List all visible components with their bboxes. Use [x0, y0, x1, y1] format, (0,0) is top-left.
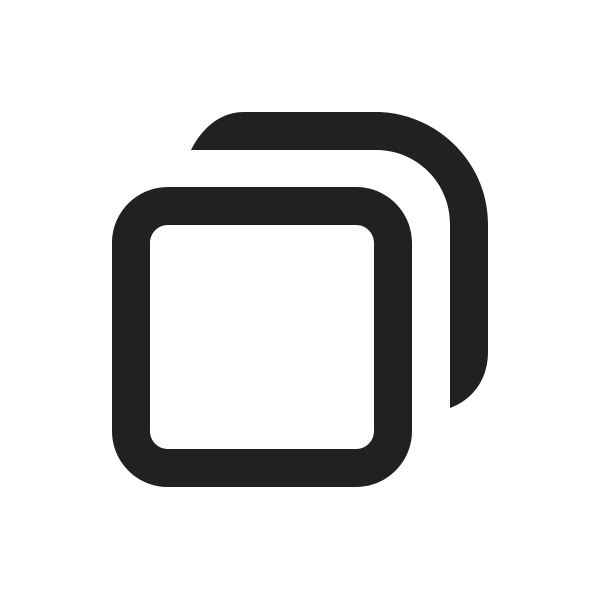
copy-icon: [112, 112, 488, 487]
icon-canvas: [0, 0, 600, 600]
back-square-outline: [191, 112, 488, 408]
front-square-outline: [112, 187, 412, 487]
